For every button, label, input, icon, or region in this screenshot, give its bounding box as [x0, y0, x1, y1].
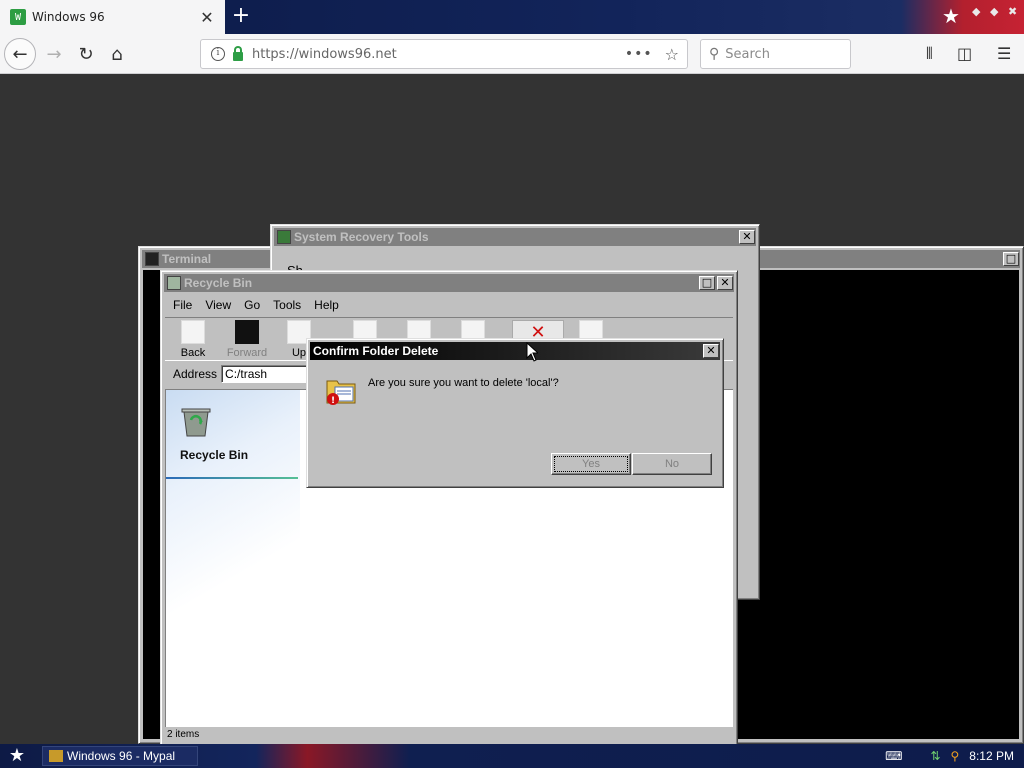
clock[interactable]: 8:12 PM — [969, 749, 1014, 763]
minimize-icon[interactable]: ◆ — [972, 5, 980, 18]
search-input[interactable] — [725, 46, 836, 62]
yes-button[interactable]: Yes — [551, 453, 631, 475]
start-star-icon[interactable]: ★ — [0, 744, 34, 768]
network-icon[interactable]: ⇅ — [930, 749, 940, 763]
menu-tools[interactable]: Tools — [265, 298, 306, 312]
dialog-titlebar[interactable]: Confirm Folder Delete — [310, 342, 720, 360]
home-icon[interactable]: ⌂ — [101, 38, 133, 70]
taskbar-item-label: Windows 96 - Mypal — [67, 749, 176, 763]
info-icon[interactable]: i — [211, 47, 225, 61]
side-panel: Recycle Bin — [166, 390, 300, 727]
recycle-bin-maximize-button[interactable]: □ — [699, 276, 715, 290]
forward-icon[interactable]: → — [38, 38, 70, 70]
taskbar-item-mypal[interactable]: Windows 96 - Mypal — [42, 746, 198, 766]
recycle-bin-title: Recycle Bin — [184, 276, 253, 290]
maximize-icon[interactable]: ◆ — [990, 5, 998, 18]
confirm-folder-delete-dialog[interactable]: Confirm Folder Delete ✕ ! Are you sure y… — [306, 338, 724, 488]
library-icon[interactable]: ⫴ — [926, 44, 933, 64]
taskbar: ★ Windows 96 - Mypal ⌨ ⇅ ⚲ 8:12 PM — [0, 744, 1024, 768]
reload-icon[interactable]: ↻ — [70, 38, 102, 70]
mouse-cursor-icon — [526, 342, 538, 362]
up-label: Up — [291, 347, 307, 359]
system-recovery-close-button[interactable]: ✕ — [739, 230, 755, 244]
forward-label: Forward — [226, 347, 268, 359]
dialog-title: Confirm Folder Delete — [313, 344, 439, 358]
dialog-message: Are you sure you want to delete 'local'? — [368, 377, 559, 389]
system-tray: ⌨ ⇅ ⚲ 8:12 PM — [875, 744, 1014, 768]
page-actions-icon[interactable]: ••• — [625, 46, 653, 62]
star-logo-icon: ★ — [942, 4, 960, 28]
status-bar: 2 items — [167, 729, 200, 740]
svg-text:!: ! — [331, 396, 335, 406]
back-arrow-icon — [181, 320, 205, 344]
forward-arrow-icon — [235, 320, 259, 344]
recycle-bin-titlebar[interactable]: Recycle Bin — [164, 274, 734, 292]
browser-tab[interactable]: W Windows 96 ✕ — [0, 0, 225, 34]
mypal-icon — [49, 750, 63, 762]
recycle-bin-small-icon — [167, 276, 181, 290]
lock-icon — [233, 45, 243, 61]
browser-navbar: ← → ↻ ⌂ i https://windows96.net ••• ☆ ⚲ … — [0, 34, 1024, 74]
search-icon: ⚲ — [709, 46, 720, 62]
sidebar-icon[interactable]: ◫ — [957, 44, 972, 63]
back-icon[interactable]: ← — [4, 38, 36, 70]
browser-tab-bar: W Windows 96 ✕ + ★ ◆ ◆ ✖ — [0, 0, 1024, 34]
address-label: Address — [173, 367, 218, 381]
url-bar[interactable]: i https://windows96.net ••• ☆ — [200, 39, 688, 69]
terminal-icon — [145, 252, 159, 266]
keyboard-icon[interactable]: ⌨ — [885, 749, 902, 763]
windows96-favicon-icon: W — [10, 9, 26, 25]
forward-button[interactable]: Forward — [225, 320, 269, 359]
recycle-bin-close-button[interactable]: ✕ — [717, 276, 733, 290]
url-text[interactable]: https://windows96.net — [252, 47, 625, 62]
system-recovery-icon — [277, 230, 291, 244]
search-tray-icon[interactable]: ⚲ — [951, 749, 960, 763]
menu-help[interactable]: Help — [306, 298, 344, 312]
menu-file[interactable]: File — [165, 298, 197, 312]
dialog-close-button[interactable]: ✕ — [703, 344, 719, 358]
side-panel-title: Recycle Bin — [180, 448, 249, 462]
search-bar[interactable]: ⚲ — [700, 39, 851, 69]
menu-bar: File View Go Tools Help — [165, 295, 733, 315]
system-recovery-title: System Recovery Tools — [294, 230, 429, 244]
close-window-icon[interactable]: ✖ — [1008, 5, 1017, 18]
no-button[interactable]: No — [632, 453, 712, 475]
system-recovery-titlebar[interactable]: System Recovery Tools — [274, 228, 756, 246]
back-label: Back — [180, 347, 206, 359]
tab-close-icon[interactable]: ✕ — [197, 8, 217, 27]
new-tab-button[interactable]: + — [228, 3, 254, 29]
side-panel-divider — [166, 477, 298, 479]
terminal-title: Terminal — [162, 252, 212, 266]
bookmark-star-icon[interactable]: ☆ — [665, 45, 679, 64]
recycle-bin-icon — [181, 408, 211, 437]
menu-icon[interactable]: ☰ — [997, 44, 1011, 63]
menu-go[interactable]: Go — [236, 298, 265, 312]
back-button[interactable]: Back — [171, 320, 215, 359]
terminal-maximize-button[interactable]: □ — [1003, 252, 1019, 266]
tab-title: Windows 96 — [32, 10, 105, 24]
menu-view[interactable]: View — [197, 298, 236, 312]
folder-warning-icon: ! — [326, 380, 356, 406]
